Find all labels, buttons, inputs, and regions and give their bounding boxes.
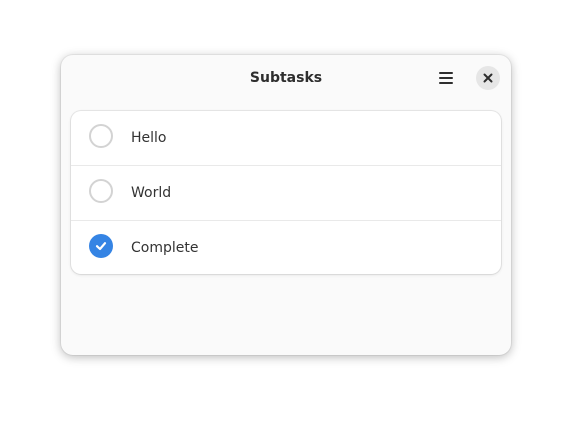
- subtask-label: Hello: [131, 130, 167, 146]
- checkmark-icon: [95, 242, 107, 251]
- subtask-row: Complete: [71, 221, 501, 274]
- subtask-row: Hello: [71, 111, 501, 166]
- main-menu-button[interactable]: [433, 65, 459, 91]
- subtask-checkbox[interactable]: [89, 234, 113, 258]
- close-icon: [483, 73, 493, 83]
- subtask-checkbox[interactable]: [89, 124, 113, 148]
- subtask-label: Complete: [131, 240, 199, 256]
- subtask-list: Hello World Complete: [71, 111, 501, 274]
- header-bar: Subtasks: [61, 55, 511, 101]
- subtask-row: World: [71, 166, 501, 221]
- subtask-checkbox[interactable]: [89, 179, 113, 203]
- hamburger-menu-icon: [439, 72, 453, 84]
- close-button[interactable]: [476, 66, 500, 90]
- subtask-label: World: [131, 185, 172, 201]
- subtasks-window: Subtasks Hello World Complete: [61, 55, 511, 355]
